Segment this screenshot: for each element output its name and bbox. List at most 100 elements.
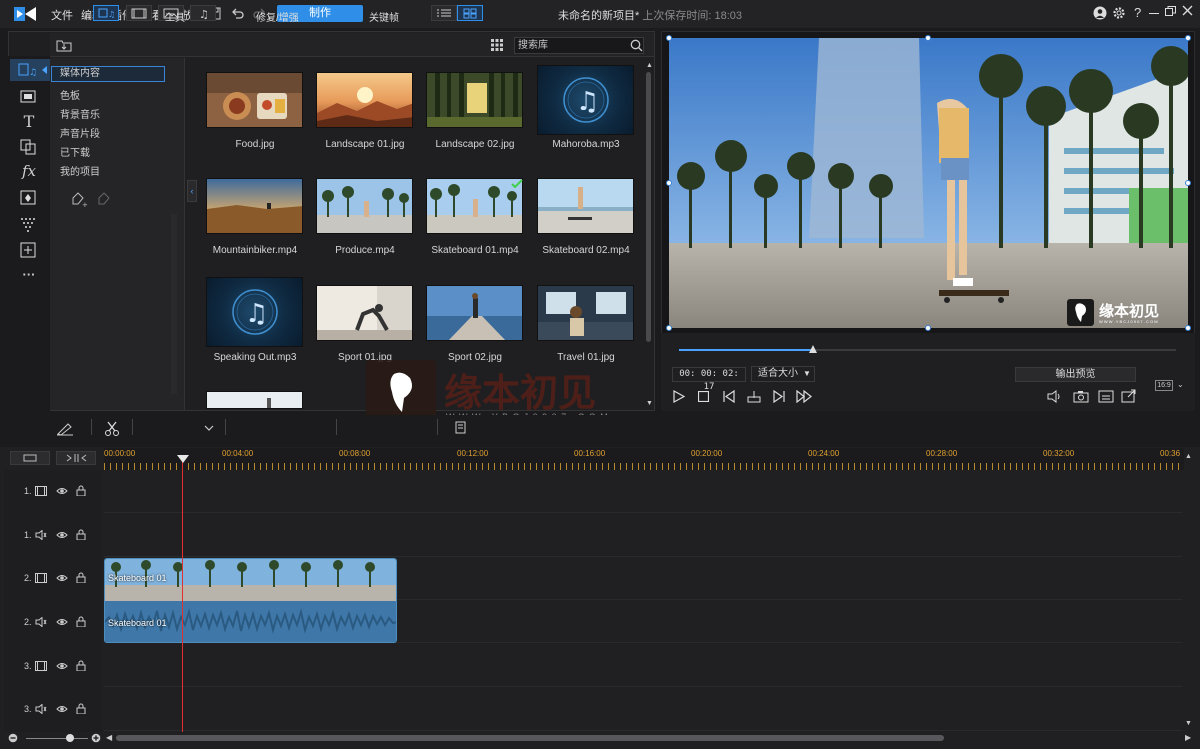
- eye-icon[interactable]: [56, 704, 68, 714]
- timeline-scroll-down-icon[interactable]: ▼: [1185, 720, 1192, 727]
- library-search-input[interactable]: [514, 37, 644, 54]
- media-thumb-mountainbiker[interactable]: [206, 178, 303, 234]
- timeline-view-button[interactable]: [10, 451, 50, 465]
- media-thumb-partial[interactable]: [206, 391, 303, 409]
- import-media-icon[interactable]: [56, 38, 72, 52]
- media-thumb-skateboard-02[interactable]: [537, 178, 634, 234]
- eye-icon[interactable]: [56, 530, 68, 540]
- media-thumb-skateboard-01[interactable]: [426, 178, 523, 234]
- settings-gear-icon[interactable]: [1112, 6, 1126, 20]
- tree-item-my-projects[interactable]: 我的项目: [60, 163, 100, 178]
- title-room-icon[interactable]: T: [18, 113, 40, 131]
- media-room-icon[interactable]: ♫: [18, 61, 40, 79]
- draw-pen-icon[interactable]: [56, 422, 74, 436]
- media-thumb-landscape-02[interactable]: [426, 72, 523, 128]
- volume-icon[interactable]: [1047, 390, 1063, 403]
- resize-handle-top-left[interactable]: [666, 35, 672, 41]
- media-thumb-food[interactable]: [206, 72, 303, 128]
- lock-icon[interactable]: [76, 616, 86, 627]
- media-thumb-sport-02[interactable]: [426, 285, 523, 341]
- export-preview-button[interactable]: 输出预览: [1015, 367, 1136, 382]
- tree-item-media-content[interactable]: 媒体内容: [51, 66, 165, 82]
- media-grid-scrollbar[interactable]: [646, 72, 651, 342]
- aspect-ratio-button[interactable]: 16:9: [1155, 380, 1173, 391]
- resize-handle-bottom-right[interactable]: [1185, 325, 1191, 331]
- tree-item-sound-clips[interactable]: 声音片段: [60, 125, 100, 140]
- keyframe-button[interactable]: 关键帧: [369, 9, 399, 24]
- snapshot-camera-icon[interactable]: [1073, 390, 1089, 403]
- zoom-slider-track[interactable]: [26, 738, 88, 739]
- restore-icon[interactable]: [1165, 6, 1176, 16]
- resize-handle-top-right[interactable]: [1185, 35, 1191, 41]
- tree-scrollbar[interactable]: [171, 214, 177, 394]
- track-row-audio-1[interactable]: [104, 514, 1182, 557]
- eye-icon[interactable]: [56, 617, 68, 627]
- timeline-clip-skateboard-01[interactable]: Skateboard 01 Skateboard 01: [104, 558, 397, 643]
- playhead-line[interactable]: [182, 458, 183, 732]
- resize-handle-top[interactable]: [925, 35, 931, 41]
- tree-item-color-boards[interactable]: 色板: [60, 87, 80, 102]
- media-thumb-produce[interactable]: [316, 178, 413, 234]
- preview-scrubber-knob[interactable]: [809, 345, 818, 353]
- fit-timeline-button[interactable]: [56, 451, 96, 465]
- media-thumb-landscape-01[interactable]: [316, 72, 413, 128]
- tree-item-downloaded[interactable]: 已下载: [60, 144, 90, 159]
- eye-icon[interactable]: [56, 573, 68, 583]
- preview-scrubber-track[interactable]: [679, 345, 1176, 353]
- filter-video-button[interactable]: [126, 5, 152, 21]
- more-tools-icon[interactable]: [453, 420, 467, 435]
- media-thumb-sport-01[interactable]: [316, 285, 413, 341]
- track-row-audio-3[interactable]: [104, 688, 1182, 731]
- resize-handle-bottom[interactable]: [925, 325, 931, 331]
- grid-view-button[interactable]: [457, 5, 483, 21]
- search-icon[interactable]: [630, 39, 643, 52]
- timecode-display[interactable]: 00: 00: 02: 17: [672, 367, 746, 392]
- transition-room-icon[interactable]: [18, 138, 40, 156]
- resize-handle-left[interactable]: [666, 180, 672, 186]
- next-frame-icon[interactable]: [772, 390, 786, 403]
- split-marker-icon[interactable]: [747, 390, 761, 403]
- fast-forward-icon[interactable]: [796, 390, 813, 403]
- resize-handle-bottom-left[interactable]: [666, 325, 672, 331]
- tree-item-background-music[interactable]: 背景音乐: [60, 106, 100, 121]
- scroll-up-arrow-icon[interactable]: ▲: [646, 62, 653, 69]
- collapse-arrow-icon[interactable]: [42, 66, 47, 74]
- particle-room-icon[interactable]: [18, 215, 40, 233]
- tools-chevron-icon[interactable]: [204, 425, 214, 431]
- scroll-left-icon[interactable]: ◀: [106, 733, 112, 742]
- aspect-chevron-icon[interactable]: ⌄: [1177, 380, 1184, 389]
- lock-icon[interactable]: [76, 703, 86, 714]
- list-view-button[interactable]: [431, 5, 457, 21]
- zoom-in-icon[interactable]: [91, 733, 101, 743]
- add-tag-icon[interactable]: +: [70, 190, 88, 208]
- remove-tag-icon[interactable]: [96, 190, 114, 208]
- tools-menu[interactable]: 工具: [165, 9, 185, 24]
- scroll-right-icon[interactable]: ▶: [1185, 733, 1191, 742]
- minimize-icon[interactable]: [1149, 13, 1159, 14]
- video-room-icon[interactable]: [18, 88, 40, 106]
- lock-icon[interactable]: [76, 660, 86, 671]
- lock-icon[interactable]: [76, 485, 86, 496]
- zoom-out-icon[interactable]: [8, 733, 18, 743]
- fx-room-icon[interactable]: fx: [18, 162, 40, 180]
- pip-room-icon[interactable]: [18, 189, 40, 207]
- help-icon[interactable]: ?: [1134, 5, 1141, 20]
- collapse-tree-button[interactable]: ‹: [187, 180, 197, 202]
- subtitles-icon[interactable]: [1098, 390, 1114, 403]
- more-rooms-icon[interactable]: ···: [18, 266, 40, 284]
- media-thumb-travel-01[interactable]: [537, 285, 634, 341]
- undock-preview-icon[interactable]: [1121, 389, 1137, 403]
- resize-handle-right[interactable]: [1185, 180, 1191, 186]
- track-row-video-1[interactable]: [104, 470, 1182, 513]
- eye-icon[interactable]: [56, 661, 68, 671]
- lock-icon[interactable]: [76, 529, 86, 540]
- account-icon[interactable]: [1093, 6, 1107, 20]
- playhead-marker-icon[interactable]: [177, 455, 189, 463]
- close-icon[interactable]: [1182, 5, 1193, 16]
- filter-audio-button[interactable]: ♫: [190, 5, 216, 21]
- media-thumb-speaking-out[interactable]: ♫: [206, 277, 303, 347]
- thumbnail-size-icon[interactable]: [491, 39, 503, 51]
- previous-frame-icon[interactable]: [722, 390, 736, 403]
- fix-enhance-button[interactable]: 修复/增强: [256, 9, 299, 24]
- menu-file[interactable]: 文件: [51, 7, 73, 23]
